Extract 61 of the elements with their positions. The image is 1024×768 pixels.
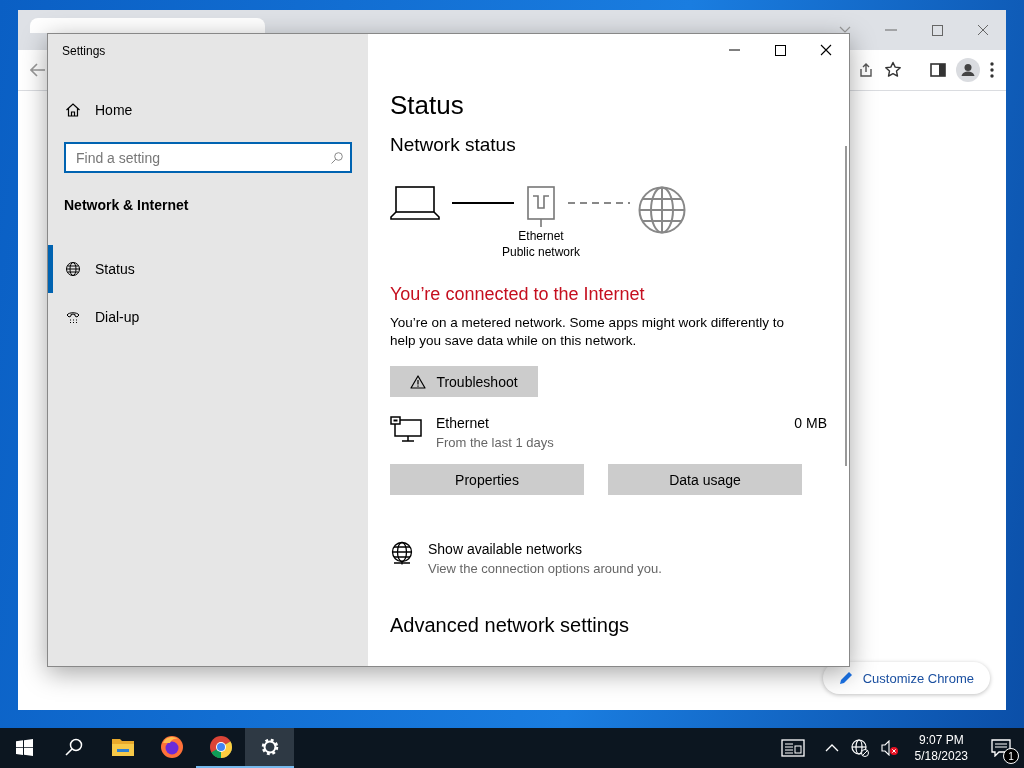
adapter-name: Ethernet — [436, 415, 490, 431]
link-title: Show available networks — [428, 541, 584, 557]
ethernet-port-icon — [527, 186, 555, 228]
warning-icon — [410, 374, 427, 389]
message-icon — [991, 739, 1011, 757]
maximize-icon[interactable] — [774, 44, 786, 56]
search-icon[interactable] — [64, 738, 83, 756]
search-icon — [331, 152, 343, 164]
phone-icon — [65, 309, 81, 325]
minimize-icon[interactable] — [728, 49, 740, 51]
globe-icon — [638, 186, 686, 234]
side-panel-icon[interactable] — [930, 62, 946, 78]
firefox-icon[interactable] — [159, 735, 184, 759]
data-usage-button[interactable]: Data usage — [608, 464, 802, 495]
customize-chrome-button[interactable]: Customize Chrome — [822, 662, 990, 694]
taskbar-button[interactable] — [245, 728, 294, 768]
solid-line — [452, 202, 514, 204]
notification-count: 1 — [1003, 748, 1019, 764]
search-field[interactable]: Find a setting — [64, 142, 352, 173]
star-icon[interactable] — [884, 61, 902, 79]
muted-speaker-icon[interactable] — [880, 740, 899, 756]
clock[interactable]: 9:07 PM 5/18/2023 — [904, 728, 978, 768]
page-title: Status — [390, 90, 465, 122]
news-icon[interactable] — [780, 739, 805, 757]
section-heading: Network status — [390, 134, 517, 157]
link-description: View the connection options around you. — [428, 561, 662, 576]
globe-network-icon — [390, 541, 414, 567]
gear-icon[interactable] — [259, 737, 280, 757]
properties-button[interactable]: Properties — [390, 464, 584, 495]
close-icon[interactable] — [820, 44, 832, 56]
adapter-label: Ethernet — [518, 228, 564, 244]
menu-icon[interactable] — [990, 62, 994, 78]
pencil-icon — [838, 671, 853, 685]
folder-icon[interactable] — [110, 737, 135, 757]
globe-icon — [65, 261, 81, 277]
nav-item[interactable]: Dial-up — [48, 293, 368, 341]
network-computer-icon — [390, 415, 422, 443]
network-type-label: Public network — [502, 244, 581, 260]
home-icon — [65, 102, 81, 118]
status-description: You’re on a metered network. Some apps might work differently to help you save data while on this network. — [390, 314, 785, 350]
chevron-up-icon[interactable] — [824, 744, 839, 752]
show-networks-link[interactable]: Show available networks View the connection options around you. — [390, 541, 827, 576]
back-arrow-icon[interactable] — [30, 63, 46, 77]
windows-logo-icon[interactable] — [16, 738, 33, 756]
usage-period: From the last 1 days — [436, 435, 555, 450]
chrome-icon[interactable] — [208, 735, 233, 759]
notification-button[interactable]: 1 — [978, 728, 1024, 768]
nav-item[interactable]: Status — [48, 245, 368, 293]
data-usage-amount: 0 MB — [794, 415, 827, 431]
laptop-icon — [390, 186, 440, 220]
share-icon[interactable] — [858, 62, 874, 78]
connection-status: You’re connected to the Internet — [390, 284, 646, 306]
section-heading: Advanced network settings — [390, 614, 631, 637]
profile-icon[interactable] — [956, 58, 980, 82]
scrollbar[interactable] — [845, 146, 847, 466]
section-heading: Network & Internet — [63, 197, 190, 215]
home-link[interactable]: Home — [48, 98, 368, 122]
network-icon[interactable] — [850, 739, 869, 757]
dashed-line — [568, 202, 630, 204]
troubleshoot-button[interactable]: Troubleshoot — [390, 366, 538, 397]
window-title: Settings — [61, 43, 107, 60]
